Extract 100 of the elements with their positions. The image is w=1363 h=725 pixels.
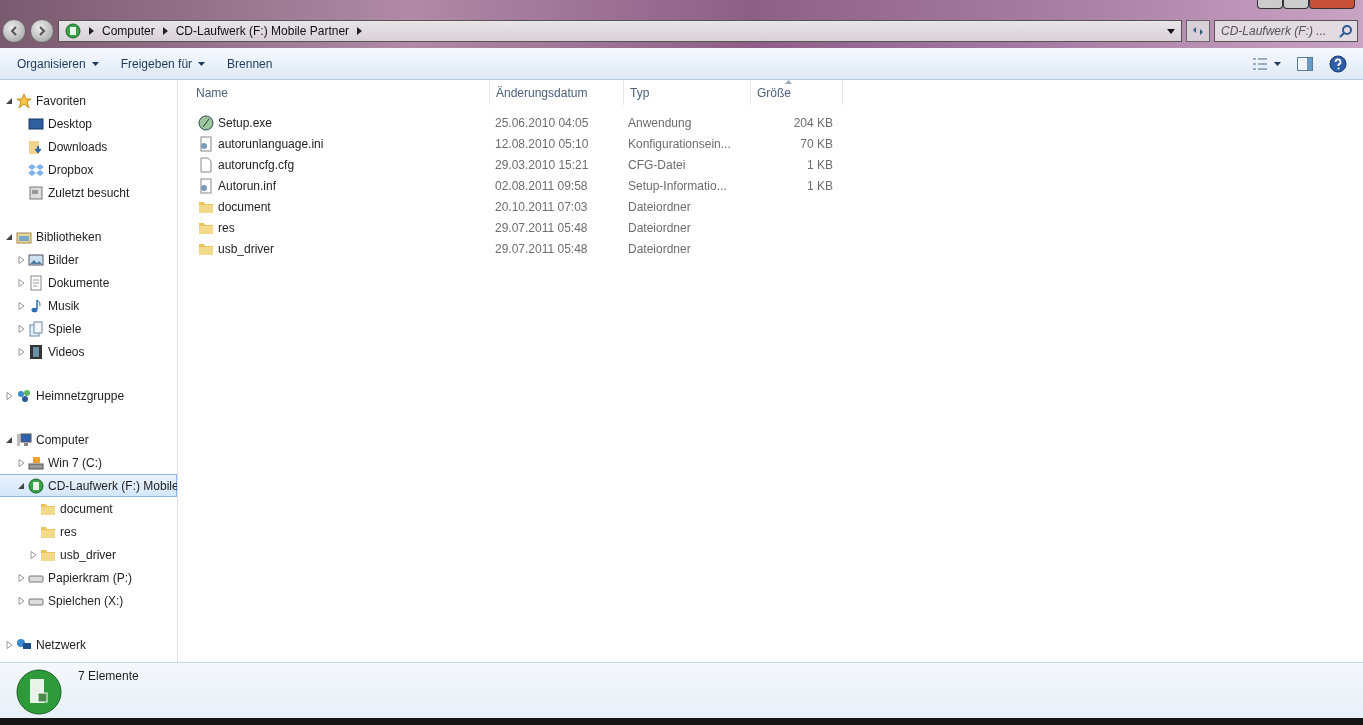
breadcrumb[interactable]: CD-Laufwerk (F:) Mobile Partner <box>175 24 350 38</box>
back-button[interactable] <box>2 19 26 43</box>
toolbar-button[interactable]: Freigeben für <box>111 52 215 75</box>
maximize-button[interactable] <box>1283 0 1309 9</box>
nav-tree-item[interactable]: Dokumente <box>0 271 177 294</box>
forward-button[interactable] <box>30 19 54 43</box>
picture-icon <box>28 251 44 268</box>
column-header[interactable]: Größe <box>751 80 843 105</box>
collapsed-arrow-icon[interactable] <box>18 458 25 467</box>
file-name-cell[interactable]: autoruncfg.cfg <box>192 156 489 173</box>
disc-icon <box>16 669 62 715</box>
size-cell-text: 1 KB <box>806 157 834 172</box>
collapsed-arrow-icon[interactable] <box>18 278 25 287</box>
collapsed-arrow-icon[interactable] <box>18 347 25 356</box>
nav-tree-item[interactable]: Zuletzt besucht <box>0 181 177 204</box>
nav-tree-item[interactable]: Dropbox <box>0 158 177 181</box>
file-name-cell[interactable]: res <box>192 219 489 236</box>
file-icon <box>198 156 214 173</box>
collapsed-arrow-icon[interactable] <box>6 640 13 649</box>
column-header[interactable]: Name <box>190 80 490 105</box>
date-cell-text: 02.08.2011 09:58 <box>494 178 589 193</box>
expanded-arrow-icon[interactable] <box>6 232 13 241</box>
document-icon <box>28 274 44 291</box>
column-header[interactable]: Änderungsdatum <box>490 80 624 105</box>
expanded-arrow-icon[interactable] <box>18 481 25 490</box>
size-cell-text: 1 KB <box>806 178 834 193</box>
nav-tree-item[interactable]: Bilder <box>0 248 177 271</box>
file-name-cell[interactable]: Setup.exe <box>192 114 489 131</box>
nav-tree-item[interactable]: Desktop <box>0 112 177 135</box>
nav-tree-item[interactable]: document <box>0 497 177 520</box>
nav-tree-item[interactable]: Heimnetzgruppe <box>0 384 177 407</box>
search-field[interactable]: CD-Laufwerk (F:) ... <box>1214 20 1358 42</box>
nav-tree-item[interactable]: Videos <box>0 340 177 363</box>
chevron-icon[interactable] <box>357 27 363 35</box>
date-cell-text: 29.07.2011 05:48 <box>494 220 589 235</box>
type-cell-text: Dateiordner <box>627 199 692 214</box>
refresh-button[interactable] <box>1186 20 1210 42</box>
size-cell-text: 70 KB <box>799 136 834 151</box>
item-count: 7 Elemente <box>78 669 139 683</box>
nav-tree-item[interactable]: usb_driver <box>0 543 177 566</box>
cards-icon <box>28 320 44 337</box>
file-name-cell[interactable]: usb_driver <box>192 240 489 257</box>
folder-arrow-icon <box>28 138 44 155</box>
minimize-button[interactable] <box>1257 0 1283 9</box>
drive-icon <box>28 454 44 471</box>
nav-tree-item[interactable]: Favoriten <box>0 89 177 112</box>
breadcrumb[interactable]: Computer <box>102 24 155 38</box>
chevron-icon[interactable] <box>89 27 94 35</box>
collapsed-arrow-icon[interactable] <box>18 596 25 605</box>
type-cell-text: Dateiordner <box>627 241 692 256</box>
nav-tree-item[interactable]: Win 7 (C:) <box>0 451 177 474</box>
search-icon[interactable] <box>1339 24 1353 38</box>
type-cell-text: Setup-Informatio... <box>627 178 728 193</box>
file-name-cell[interactable]: Autorun.inf <box>192 177 489 194</box>
nav-tree-item[interactable]: Netzwerk <box>0 633 177 656</box>
nav-tree-item[interactable]: res <box>0 520 177 543</box>
nav-tree-item[interactable]: Papierkram (P:) <box>0 566 177 589</box>
collapsed-arrow-icon[interactable] <box>18 573 25 582</box>
collapsed-arrow-icon[interactable] <box>18 301 25 310</box>
people-icon <box>16 387 32 404</box>
date-cell-text: 29.03.2010 15:21 <box>494 157 590 172</box>
nav-tree-item[interactable]: Spielchen (X:) <box>0 589 177 612</box>
type-cell-text: Dateiordner <box>627 220 692 235</box>
nav-tree-item[interactable]: Musik <box>0 294 177 317</box>
nav-tree-item[interactable]: Bibliotheken <box>0 225 177 248</box>
disc-icon <box>65 23 81 39</box>
date-cell-text: 20.10.2011 07:03 <box>494 199 589 214</box>
file-name-cell[interactable]: autorunlanguage.ini <box>192 135 489 152</box>
date-cell-text: 12.08.2010 05:10 <box>494 136 590 151</box>
disc-icon <box>28 477 44 494</box>
film-icon <box>28 343 44 360</box>
type-cell-text: CFG-Datei <box>627 157 687 172</box>
address-bar[interactable]: Computer CD-Laufwerk (F:) Mobile Partner <box>58 20 1182 42</box>
disc-icon <box>198 114 214 131</box>
toolbar-button[interactable]: Brennen <box>218 52 282 75</box>
file-name-cell[interactable]: document <box>192 198 489 215</box>
monitor-icon <box>28 115 44 132</box>
expanded-arrow-icon[interactable] <box>6 435 13 444</box>
date-cell-text: 29.07.2011 05:48 <box>494 241 589 256</box>
chevron-icon[interactable] <box>162 27 168 35</box>
nav-tree-item[interactable]: Downloads <box>0 135 177 158</box>
column-header[interactable]: Typ <box>624 80 751 105</box>
collapsed-arrow-icon[interactable] <box>18 324 25 333</box>
computer-icon <box>16 431 32 448</box>
caret-icon <box>1274 61 1281 66</box>
toolbar-button[interactable]: Organisieren <box>8 52 108 75</box>
type-cell-text: Anwendung <box>627 115 693 130</box>
dropdown-arrow-icon[interactable] <box>1167 28 1175 34</box>
expanded-arrow-icon[interactable] <box>6 96 13 105</box>
nav-tree-item[interactable]: Computer <box>0 428 177 451</box>
refresh-icon <box>1191 25 1205 37</box>
size-cell-text: 204 KB <box>792 115 834 130</box>
details-view-icon <box>1252 56 1268 71</box>
date-cell-text: 25.06.2010 04:05 <box>494 115 590 130</box>
collapsed-arrow-icon[interactable] <box>18 255 25 264</box>
type-cell-text: Konfigurationsein... <box>627 136 732 151</box>
nav-tree-item[interactable]: Spiele <box>0 317 177 340</box>
star-icon <box>16 92 32 109</box>
collapsed-arrow-icon[interactable] <box>30 550 37 559</box>
collapsed-arrow-icon[interactable] <box>6 391 13 400</box>
